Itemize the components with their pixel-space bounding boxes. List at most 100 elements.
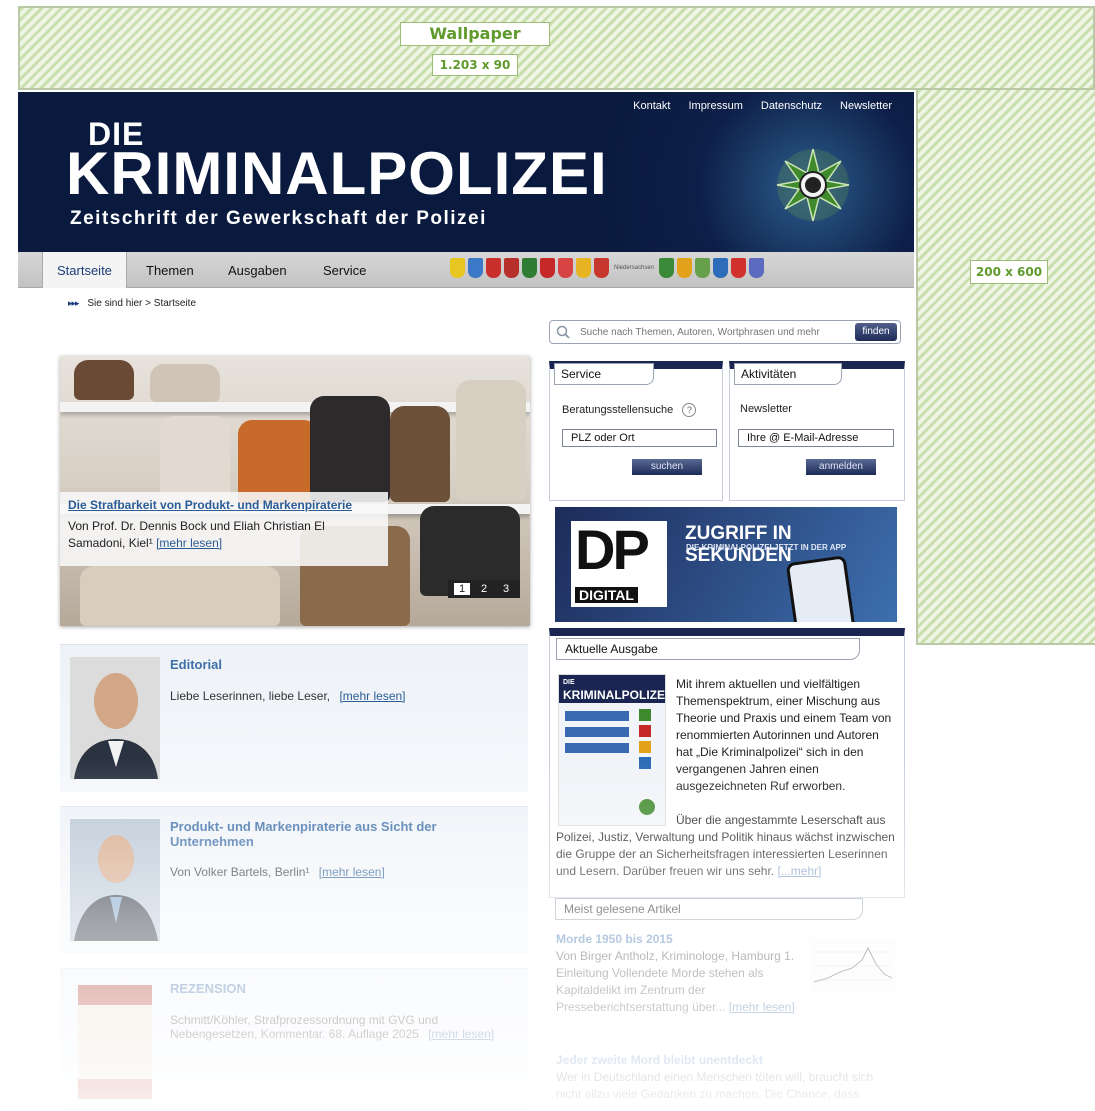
service-label-text: Beratungsstellensuche xyxy=(562,404,674,416)
most-read-more-link[interactable]: [mehr lesen] xyxy=(729,1000,795,1014)
bag-image xyxy=(150,364,220,402)
slider-text: Von Prof. Dr. Dennis Bock und Eliah Chri… xyxy=(68,518,380,552)
current-issue-text: Mit ihrem aktuellen und vielfältigen The… xyxy=(556,676,898,880)
article-body: Schmitt/Köhler, Strafprozessordnung mit … xyxy=(170,1013,510,1041)
police-star-icon xyxy=(776,148,850,222)
service-tab[interactable]: Service xyxy=(554,363,654,385)
slider-page-3[interactable]: 3 xyxy=(498,583,514,595)
crest-icon[interactable] xyxy=(468,258,483,278)
article-text: Schmitt/Köhler, Strafprozessordnung mit … xyxy=(170,1013,439,1041)
crest-label: Niedersachsen xyxy=(614,265,655,271)
breadcrumb-arrows-icon: ▸▸▸ xyxy=(68,298,80,308)
logo-title[interactable]: KRIMINALPOLIZEI xyxy=(66,144,608,204)
breadcrumb-text[interactable]: Sie sind hier > Startseite xyxy=(87,298,196,309)
search-input[interactable] xyxy=(580,323,850,341)
nav-item-startseite[interactable]: Startseite xyxy=(42,252,127,288)
crest-icon[interactable] xyxy=(558,258,573,278)
most-read-title[interactable]: Jeder zweite Mord bleibt unentdeckt xyxy=(556,1052,896,1069)
most-read-text: Von Birger Antholz, Kriminologe, Hamburg… xyxy=(556,948,796,1016)
wallpaper-ad-side: 200 x 600 xyxy=(916,90,1095,645)
slider-pager: 1 2 3 xyxy=(448,580,520,598)
issue-text-intro: Mit ihrem aktuellen und vielfältigen The… xyxy=(676,677,892,793)
crest-icon[interactable] xyxy=(504,258,519,278)
search-icon xyxy=(556,325,570,339)
bag-image xyxy=(80,566,280,626)
help-icon[interactable]: ? xyxy=(682,403,697,417)
top-link-datenschutz[interactable]: Datenschutz xyxy=(761,100,822,112)
dp-digital-label: DIGITAL xyxy=(575,587,638,603)
bag-image xyxy=(74,360,134,400)
crest-icon[interactable] xyxy=(695,258,711,278)
top-link-kontakt[interactable]: Kontakt xyxy=(633,100,670,112)
author-photo xyxy=(70,657,160,779)
nav-item-themen[interactable]: Themen xyxy=(146,252,194,288)
slider-page-2[interactable]: 2 xyxy=(476,583,492,595)
article-heading[interactable]: REZENSION xyxy=(170,981,500,996)
portrait-image xyxy=(70,819,160,941)
article-more-link[interactable]: [mehr lesen] xyxy=(319,865,385,879)
top-links: Kontakt Impressum Datenschutz Newsletter xyxy=(633,100,892,112)
search-button[interactable]: finden xyxy=(855,323,897,341)
slider-page-1[interactable]: 1 xyxy=(454,583,470,595)
top-link-impressum[interactable]: Impressum xyxy=(688,100,742,112)
current-issue-box: Aktuelle Ausgabe DIE KRIMINALPOLIZEI Mit… xyxy=(549,628,905,898)
slider-caption: Die Strafbarkeit von Produkt- und Marken… xyxy=(60,492,388,566)
issue-text-mid: Über die angestammte Leserschaft aus xyxy=(676,813,886,827)
top-link-newsletter[interactable]: Newsletter xyxy=(840,100,892,112)
service-widget: Service Beratungsstellensuche ? suchen xyxy=(549,361,723,501)
crest-icon[interactable] xyxy=(713,258,729,278)
featured-slider[interactable]: Die Strafbarkeit von Produkt- und Marken… xyxy=(60,356,530,626)
crest-icon[interactable] xyxy=(731,258,747,278)
article-more-link[interactable]: [mehr lesen] xyxy=(428,1027,494,1041)
book-cover xyxy=(70,981,160,1103)
crest-icon[interactable] xyxy=(677,258,693,278)
wallpaper-side-size: 200 x 600 xyxy=(970,260,1048,284)
slider-title-link[interactable]: Die Strafbarkeit von Produkt- und Marken… xyxy=(68,498,380,512)
newsletter-label: Newsletter xyxy=(740,403,792,415)
wallpaper-ad-label: Wallpaper xyxy=(400,22,550,46)
most-read-item: Jeder zweite Mord bleibt unentdeckt Wer … xyxy=(556,1052,896,1103)
logo-subtitle: Zeitschrift der Gewerkschaft der Polizei xyxy=(70,208,487,229)
current-issue-tab[interactable]: Aktuelle Ausgabe xyxy=(556,638,860,660)
phone-image xyxy=(785,555,857,622)
bag-image xyxy=(310,396,390,502)
portrait-image xyxy=(70,657,160,779)
article-text: Liebe Leserinnen, liebe Leser, xyxy=(170,689,331,703)
issue-more-link[interactable]: [...mehr] xyxy=(777,864,821,878)
dp-digital-ad[interactable]: DP DIGITAL ZUGRIFF IN SEKUNDEN DIE KRIMI… xyxy=(555,507,897,622)
article-heading[interactable]: Editorial xyxy=(170,657,500,672)
most-read-title[interactable]: Morde 1950 bis 2015 xyxy=(556,931,896,948)
article-heading[interactable]: Produkt- und Markenpiraterie aus Sicht d… xyxy=(170,819,500,849)
bag-image xyxy=(390,406,450,502)
nav-item-service[interactable]: Service xyxy=(323,252,366,288)
service-label: Beratungsstellensuche ? xyxy=(562,403,697,417)
activities-widget: Aktivitäten Newsletter anmelden xyxy=(729,361,905,501)
most-read-item: Morde 1950 bis 2015 Von Birger Antholz, … xyxy=(556,931,896,1016)
most-read-tab[interactable]: Meist gelesene Artikel xyxy=(555,898,863,920)
bag-image xyxy=(160,416,230,502)
crest-icon[interactable] xyxy=(522,258,537,278)
main-nav: Startseite Themen Ausgaben Service Niede… xyxy=(18,252,914,288)
slider-more-link[interactable]: [mehr lesen] xyxy=(156,536,222,550)
crest-icon[interactable] xyxy=(540,258,555,278)
crest-icon[interactable] xyxy=(749,258,765,278)
crest-icon[interactable] xyxy=(486,258,501,278)
activities-tab[interactable]: Aktivitäten xyxy=(734,363,842,385)
subscribe-button[interactable]: anmelden xyxy=(806,459,876,475)
breadcrumb: ▸▸▸ Sie sind hier > Startseite xyxy=(68,298,196,309)
crest-icon[interactable] xyxy=(659,258,675,278)
crest-icon[interactable] xyxy=(576,258,591,278)
crest-icon[interactable] xyxy=(450,258,465,278)
search-service-button[interactable]: suchen xyxy=(632,459,702,475)
article-card-markenpiraterie: Produkt- und Markenpiraterie aus Sicht d… xyxy=(60,806,528,954)
wallpaper-ad-size: 1.203 x 90 xyxy=(432,54,518,76)
email-input[interactable] xyxy=(738,429,894,447)
plz-input[interactable] xyxy=(562,429,717,447)
nav-item-ausgaben[interactable]: Ausgaben xyxy=(228,252,287,288)
search-box: finden xyxy=(549,320,901,344)
crest-icon[interactable] xyxy=(594,258,609,278)
article-body: Von Volker Bartels, Berlin¹ [mehr lesen] xyxy=(170,865,510,879)
article-card-editorial: Editorial Liebe Leserinnen, liebe Leser,… xyxy=(60,644,528,792)
author-photo xyxy=(70,819,160,941)
article-more-link[interactable]: [mehr lesen] xyxy=(339,689,405,703)
